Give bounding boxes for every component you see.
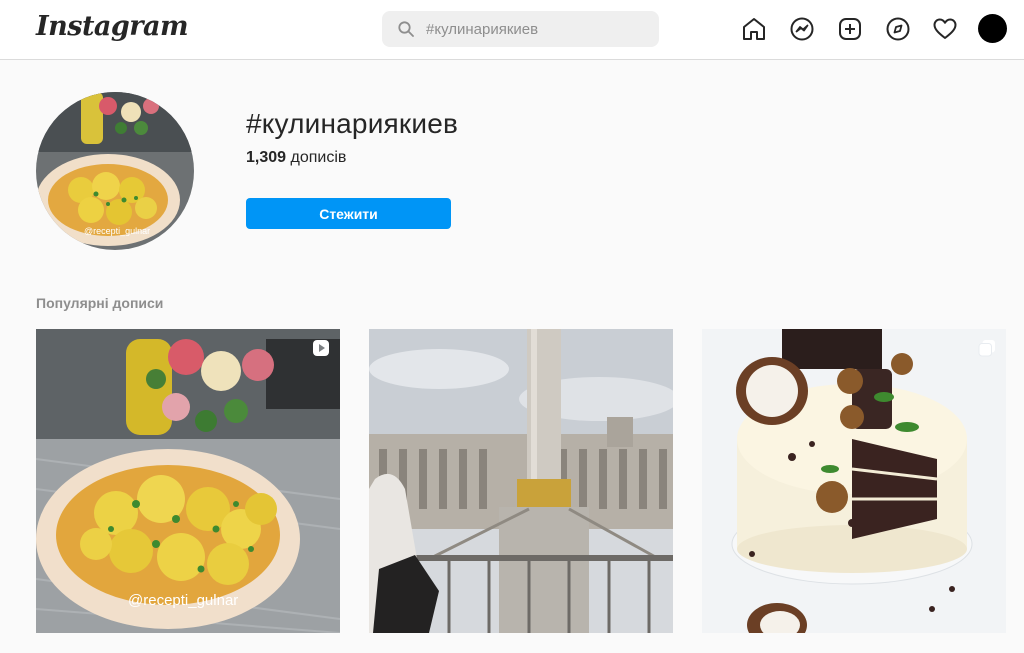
profile-watermark: @recepti_gulnar	[84, 226, 150, 236]
new-post-icon[interactable]	[837, 16, 863, 42]
top-navigation-bar: Instagram	[0, 0, 1024, 60]
post-image-kyiv-square	[369, 329, 673, 633]
messenger-icon[interactable]	[789, 16, 815, 42]
posts-count-label: дописів	[286, 149, 347, 166]
explore-icon[interactable]	[885, 16, 911, 42]
post-watermark: @recepti_gulnar	[128, 592, 238, 609]
posts-count: 1,309 дописів	[246, 149, 346, 167]
post-tile-1[interactable]: @recepti_gulnar	[36, 329, 340, 633]
search-input[interactable]	[426, 11, 646, 47]
follow-button[interactable]: Стежити	[246, 198, 451, 229]
instagram-logo[interactable]: Instagram	[36, 11, 189, 42]
post-image-potatoes: @recepti_gulnar	[36, 329, 340, 633]
home-icon[interactable]	[741, 16, 767, 42]
post-image-cake	[702, 329, 1006, 633]
profile-avatar[interactable]	[978, 14, 1007, 43]
post-tile-3[interactable]	[702, 329, 1006, 633]
popular-posts-heading: Популярні дописи	[36, 295, 164, 311]
posts-count-number: 1,309	[246, 149, 287, 166]
hashtag-title: #кулинариякиев	[246, 108, 459, 139]
hashtag-profile-image: @recepti_gulnar	[36, 92, 194, 250]
carousel-icon	[978, 340, 995, 357]
search-icon	[398, 21, 414, 37]
video-icon	[313, 340, 329, 356]
post-tile-2[interactable]	[369, 329, 673, 633]
search-box[interactable]	[382, 11, 659, 47]
activity-heart-icon[interactable]	[932, 16, 958, 42]
